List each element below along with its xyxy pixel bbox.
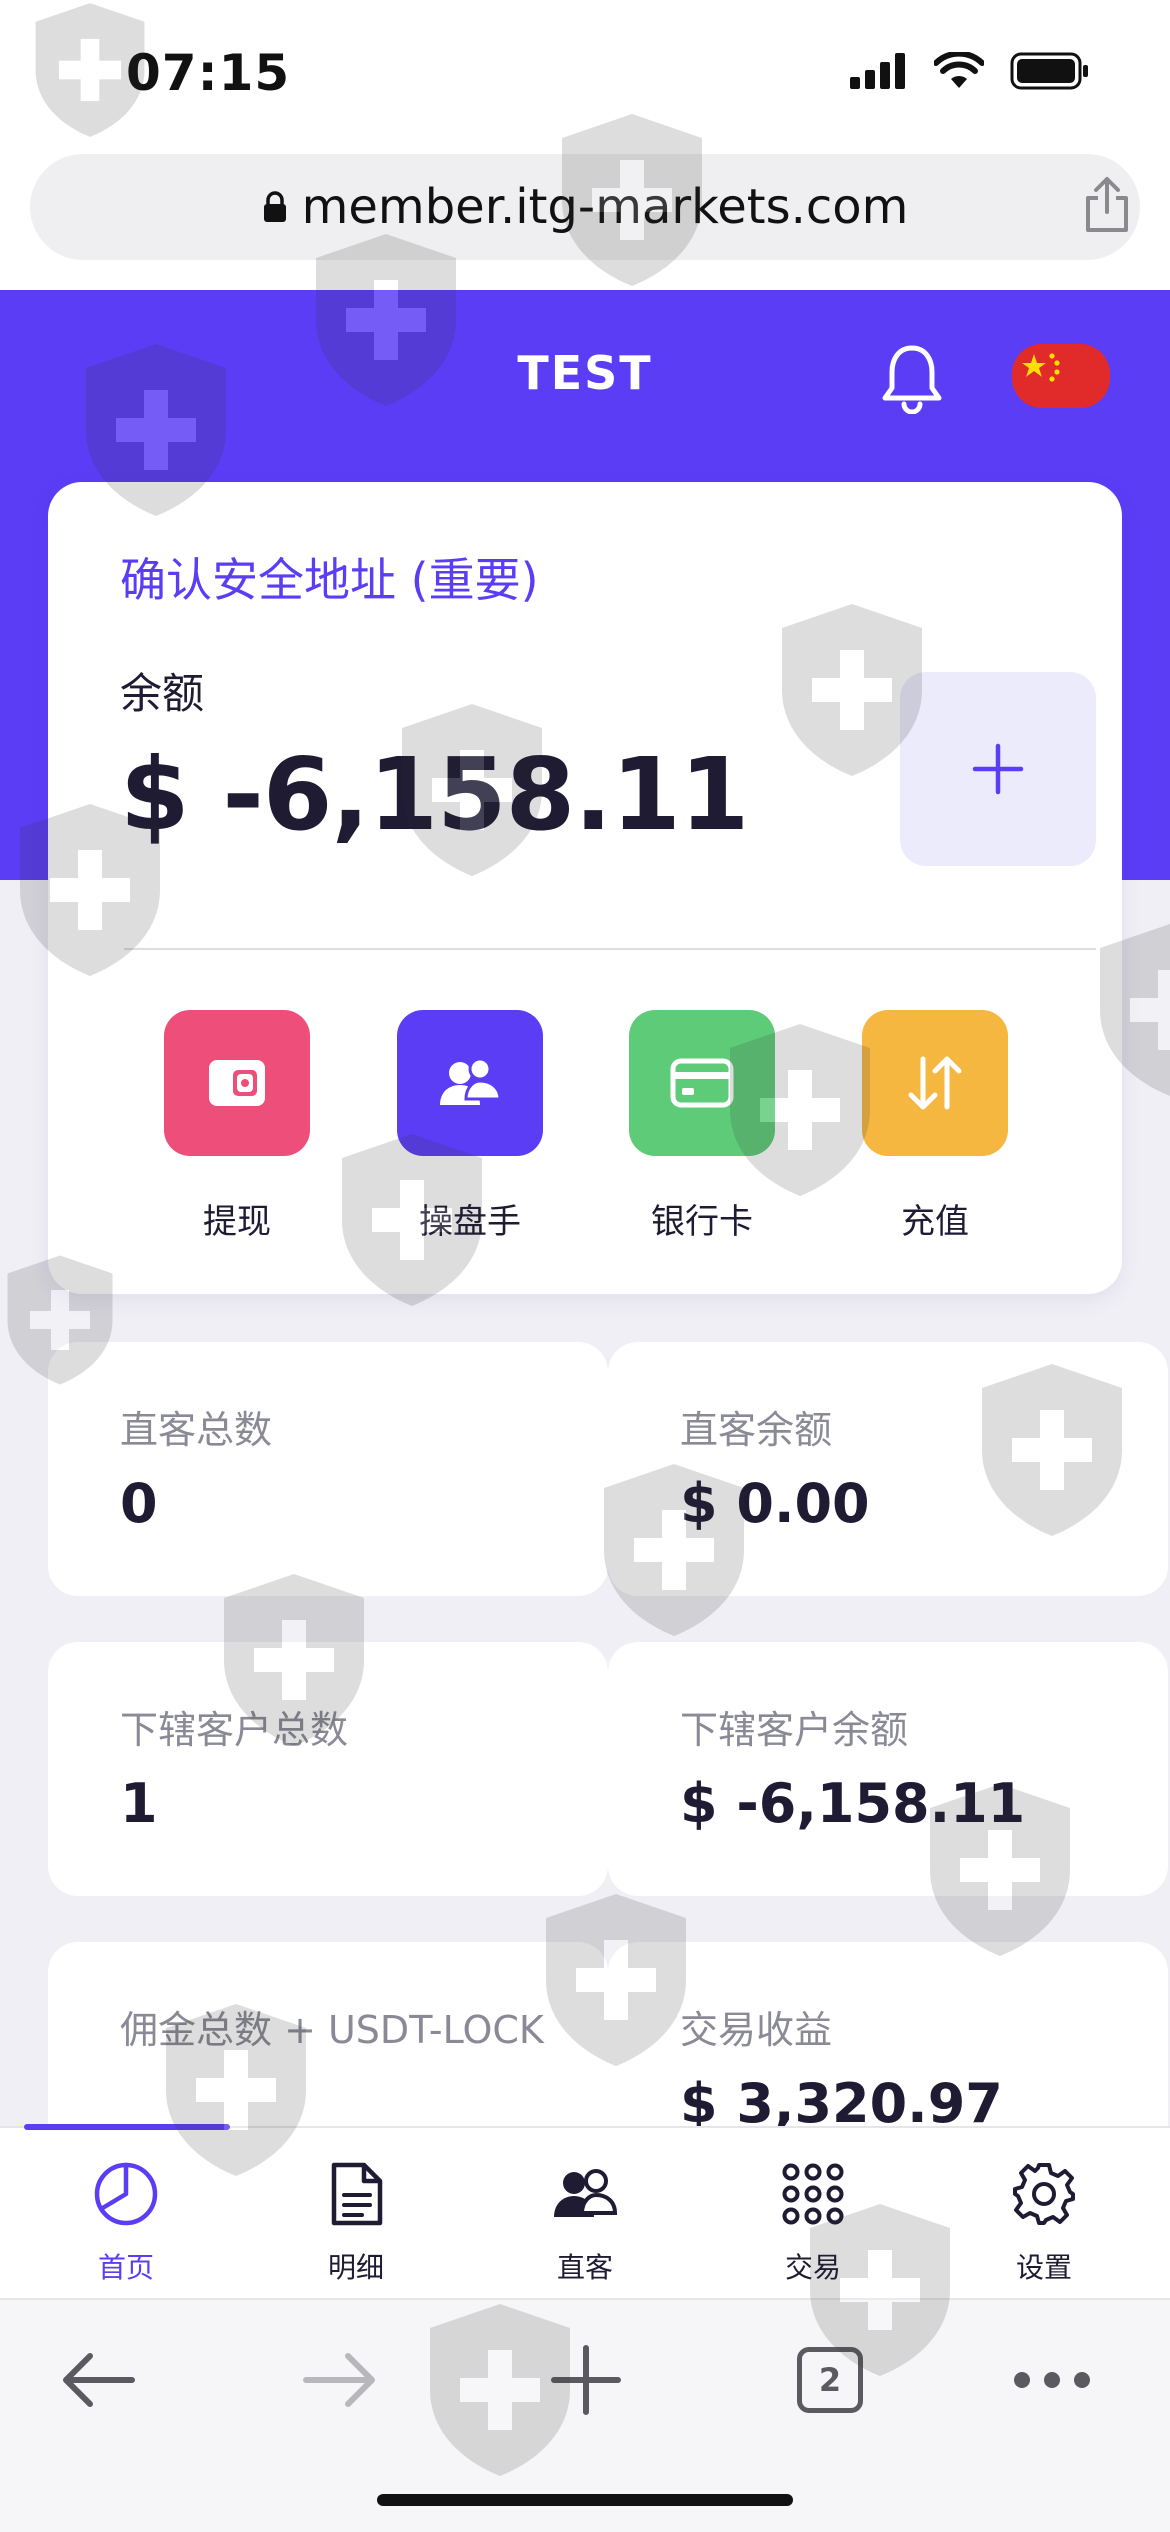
stat-label: 下辖客户余额: [680, 1708, 909, 1752]
clients-icon: [554, 2169, 618, 2217]
header-title: TEST: [517, 346, 653, 400]
withdraw-label: 提现: [203, 1202, 271, 1242]
tabs-count: 2: [818, 2361, 842, 2399]
pie-chart-icon: [94, 2162, 158, 2226]
bell-icon[interactable]: [880, 342, 944, 414]
battery-icon: [1010, 52, 1088, 90]
tab-label: 明细: [327, 2251, 384, 2284]
cellular-signal-icon: [850, 53, 905, 89]
withdraw-tile[interactable]: [164, 1010, 310, 1156]
arrow-left-icon: [63, 2353, 135, 2407]
traders-icon: [440, 1057, 502, 1105]
stat-value: 1: [120, 1772, 158, 1835]
stat-card-direct-clients-count[interactable]: 直客总数 0: [48, 1342, 608, 1596]
active-tab-indicator: [24, 2124, 230, 2130]
plus-icon: [972, 743, 1024, 795]
tab-home[interactable]: 首页: [46, 2158, 206, 2286]
deposit-action[interactable]: 充值: [860, 1010, 1010, 1243]
add-funds-button[interactable]: [900, 672, 1096, 866]
tab-label: 设置: [1015, 2251, 1072, 2284]
arrow-right-icon: [303, 2353, 375, 2407]
document-icon: [331, 2162, 383, 2226]
tab-settings[interactable]: 设置: [964, 2158, 1124, 2286]
bank-card-tile[interactable]: [629, 1010, 775, 1156]
status-time: 07:15: [126, 44, 291, 102]
browser-toolbar: 2: [0, 2298, 1170, 2532]
stat-label: 直客余额: [680, 1408, 833, 1452]
tab-label: 首页: [97, 2251, 154, 2284]
tab-label: 交易: [784, 2251, 841, 2284]
plus-icon: [551, 2345, 621, 2415]
balance-label: 余额: [120, 669, 205, 718]
balance-card: 确认安全地址 (重要) 余额 $ -6,158.11 提现 操盘手 银行卡 充值: [48, 482, 1122, 1294]
wallet-icon: [209, 1060, 265, 1106]
stat-label: 下辖客户总数: [120, 1708, 349, 1752]
stat-card-sub-clients-count[interactable]: 下辖客户总数 1: [48, 1642, 608, 1896]
bank-card-icon: [670, 1058, 734, 1108]
deposit-label: 充值: [901, 1202, 969, 1242]
screen: { "status_bar": {"time": "07:15"}, "brow…: [0, 0, 1170, 2532]
stat-card-direct-clients-balance[interactable]: 直客余额 $ 0.00: [608, 1342, 1168, 1596]
tab-direct-clients[interactable]: 直客: [505, 2158, 665, 2286]
browser-tabs-button[interactable]: 2: [792, 2340, 868, 2420]
tab-trade[interactable]: 交易: [733, 2158, 893, 2286]
traders-tile[interactable]: [397, 1010, 543, 1156]
url-text: member.itg-markets.com: [301, 179, 909, 235]
bottom-tab-bar: 首页 明细 直客 交易 设置: [0, 2124, 1170, 2298]
gear-icon: [1013, 2163, 1075, 2225]
browser-more-button[interactable]: [1010, 2340, 1094, 2420]
withdraw-action[interactable]: 提现: [162, 1010, 312, 1243]
language-flag-china-icon[interactable]: [1012, 344, 1110, 408]
stat-value: 0: [120, 1472, 158, 1535]
traders-action[interactable]: 操盘手: [395, 1010, 545, 1243]
browser-back-button[interactable]: [56, 2340, 140, 2420]
stat-label: 直客总数: [120, 1408, 273, 1452]
browser-forward-button[interactable]: [298, 2340, 382, 2420]
bank-card-action[interactable]: 银行卡: [627, 1010, 777, 1243]
stat-card-sub-clients-balance[interactable]: 下辖客户余额 $ -6,158.11: [608, 1642, 1168, 1896]
grid-dots-icon: [782, 2163, 844, 2225]
transfer-arrows-icon: [908, 1056, 962, 1110]
home-indicator: [377, 2494, 793, 2506]
stat-value: $ 0.00: [680, 1472, 870, 1535]
tab-label: 直客: [556, 2251, 613, 2284]
stat-value: $ -6,158.11: [680, 1772, 1026, 1835]
lock-icon: [263, 191, 286, 222]
card-divider: [124, 948, 1096, 950]
tab-details[interactable]: 明细: [276, 2158, 436, 2286]
stat-label: 佣金总数 + USDT-LOCK: [120, 2008, 544, 2052]
balance-value: $ -6,158.11: [120, 736, 749, 853]
deposit-tile[interactable]: [862, 1010, 1008, 1156]
browser-address-area: member.itg-markets.com: [0, 150, 1170, 290]
stat-label: 交易收益: [680, 2008, 833, 2052]
bank-card-label: 银行卡: [651, 1202, 753, 1242]
more-dots-icon: [1014, 2372, 1090, 2388]
confirm-address-link[interactable]: 确认安全地址 (重要): [120, 544, 539, 610]
tabs-count-icon: 2: [797, 2347, 863, 2413]
wifi-icon: [934, 52, 984, 88]
status-icons: [850, 52, 1090, 90]
url-bar[interactable]: member.itg-markets.com: [30, 154, 1140, 260]
browser-new-tab-button[interactable]: [544, 2340, 628, 2420]
share-icon[interactable]: [1082, 176, 1132, 234]
status-bar: 07:15: [0, 0, 1170, 150]
traders-label: 操盘手: [419, 1202, 521, 1242]
